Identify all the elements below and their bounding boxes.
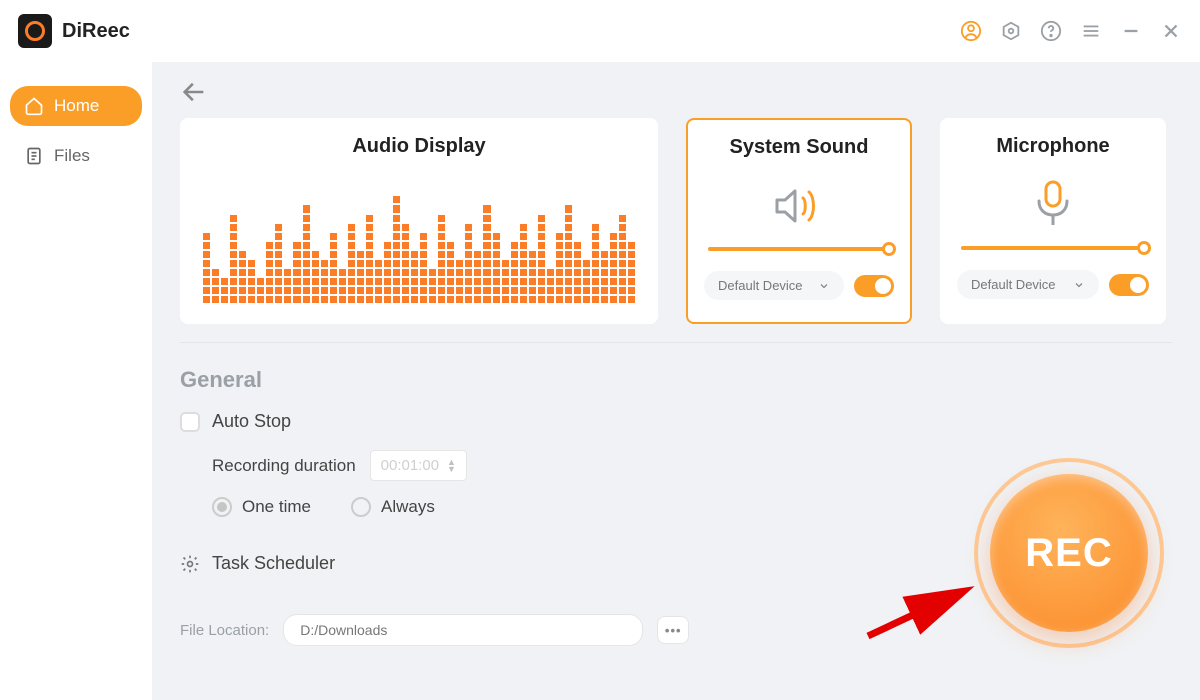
system-device-select[interactable]: Default Device xyxy=(704,271,844,300)
audio-equalizer xyxy=(197,174,641,307)
card-title: Microphone xyxy=(957,135,1149,158)
system-sound-card[interactable]: System Sound Default Device xyxy=(686,118,912,324)
system-volume-slider[interactable] xyxy=(708,247,890,251)
app-name: DiReec xyxy=(62,20,130,43)
sidebar-item-label: Home xyxy=(54,96,99,116)
auto-stop-label: Auto Stop xyxy=(212,411,291,432)
file-location-browse[interactable]: ••• xyxy=(657,616,689,644)
microphone-icon xyxy=(957,174,1149,236)
section-title-general: General xyxy=(180,367,1172,393)
back-button[interactable] xyxy=(180,78,208,106)
settings-hex-icon[interactable] xyxy=(1000,20,1022,42)
microphone-toggle[interactable] xyxy=(1109,274,1149,296)
one-time-radio[interactable]: One time xyxy=(212,497,311,517)
recording-duration-label: Recording duration xyxy=(212,456,356,476)
mic-device-select[interactable]: Default Device xyxy=(957,270,1099,299)
close-icon[interactable] xyxy=(1160,20,1182,42)
recording-duration-input[interactable]: 00:01:00 ▲▼ xyxy=(370,450,467,481)
file-location-label: File Location: xyxy=(180,622,269,639)
chevron-down-icon xyxy=(818,280,830,292)
minimize-icon[interactable] xyxy=(1120,20,1142,42)
speaker-icon xyxy=(704,175,894,237)
record-button[interactable]: REC xyxy=(974,458,1164,648)
sidebar-item-label: Files xyxy=(54,146,90,166)
mic-volume-slider[interactable] xyxy=(961,246,1145,250)
sidebar-item-files[interactable]: Files xyxy=(10,136,142,176)
microphone-card[interactable]: Microphone Default Device xyxy=(940,118,1166,324)
app-logo xyxy=(18,14,52,48)
titlebar: DiReec xyxy=(0,0,1200,62)
card-title: Audio Display xyxy=(197,135,641,158)
system-sound-toggle[interactable] xyxy=(854,275,894,297)
sidebar-item-home[interactable]: Home xyxy=(10,86,142,126)
gear-icon xyxy=(180,554,200,574)
duration-stepper[interactable]: ▲▼ xyxy=(447,459,456,473)
always-radio[interactable]: Always xyxy=(351,497,435,517)
menu-icon[interactable] xyxy=(1080,20,1102,42)
help-icon[interactable] xyxy=(1040,20,1062,42)
divider xyxy=(180,342,1172,343)
auto-stop-checkbox[interactable] xyxy=(180,412,200,432)
card-title: System Sound xyxy=(704,136,894,159)
main-content: Audio Display System Sound Default Devic… xyxy=(152,62,1200,700)
chevron-down-icon xyxy=(1073,279,1085,291)
user-icon[interactable] xyxy=(960,20,982,42)
sidebar: Home Files xyxy=(0,62,152,700)
file-location-input[interactable]: D:/Downloads xyxy=(283,614,643,646)
audio-display-card: Audio Display xyxy=(180,118,658,324)
